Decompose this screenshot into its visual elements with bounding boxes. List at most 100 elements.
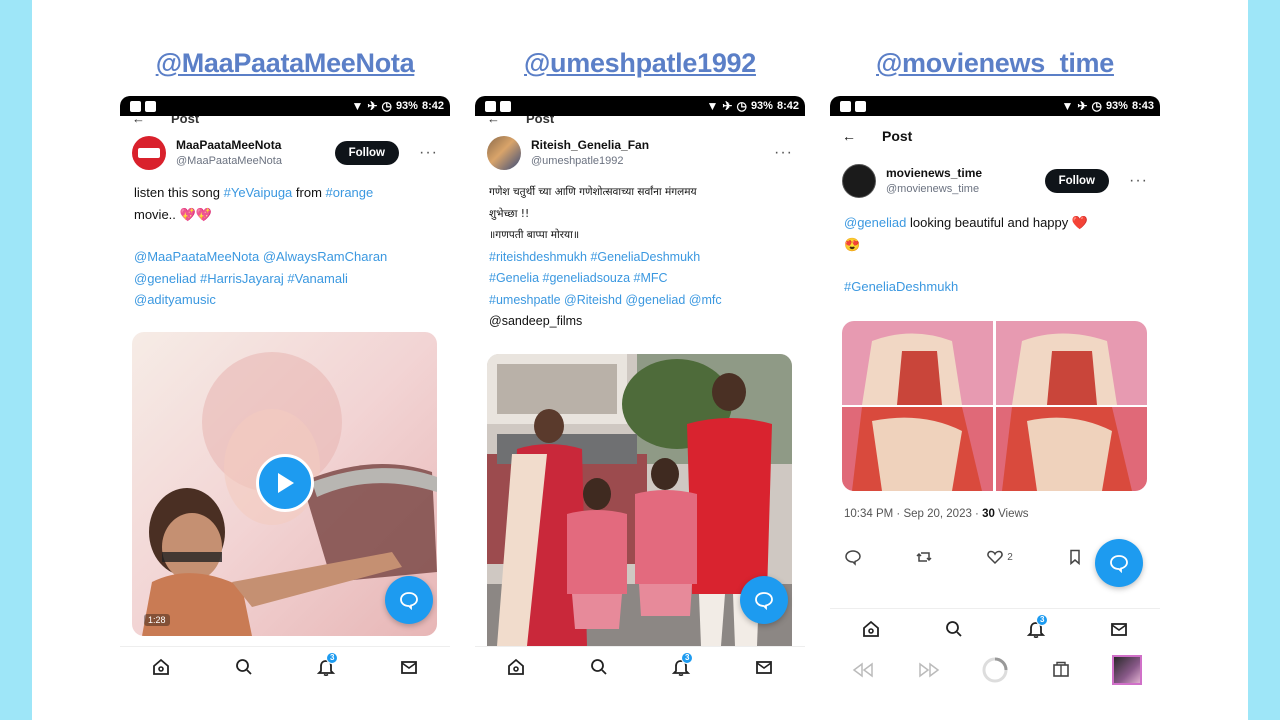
text-fragment: listen this song [134,185,224,200]
bookmark-button[interactable] [1066,548,1084,566]
notification-icon [840,100,851,112]
hashtag[interactable]: #YeVaipuga [224,185,293,200]
mention[interactable]: @geneliad [844,215,906,230]
display-name[interactable]: movienews_time [886,165,1035,181]
post-header: ← Post [830,116,1160,156]
search-tab[interactable] [579,652,619,682]
more-options-icon[interactable]: ··· [774,144,793,162]
photo-4 [996,407,1147,491]
handle-link[interactable]: @MaaPaataMeeNota [120,48,450,79]
avatar[interactable] [842,164,876,198]
mentions-line[interactable]: @geneliad #HarrisJayaraj #Vanamali [134,268,436,290]
phone-screen: ▼ ✈ ◷ 93% 8:43 ← Post movienews_time @mo… [830,96,1160,710]
messages-tab[interactable] [1099,614,1139,644]
status-bar: ▼ ✈ ◷ 93% 8:42 [120,96,450,116]
clock: 8:42 [421,100,444,112]
phone-screen: ▼ ✈ ◷ 93% 8:42 ← Post Riteish_Genelia_Fa… [475,96,805,710]
tabs-button[interactable] [1041,655,1081,685]
photo-2 [996,321,1147,405]
timestamp: 10:34 PM · Sep 20, 2023 · [844,508,983,520]
avatar[interactable] [132,136,166,170]
notifications-tab[interactable]: 3 [661,651,701,682]
compose-message-button[interactable] [1095,539,1143,587]
hashtag[interactable]: #GeneliaDeshmukh [844,276,1146,298]
search-tab[interactable] [224,652,264,682]
reply-button[interactable] [844,548,862,566]
hashtags-line[interactable]: #umeshpatle @Riteishd @geneliad @mfc [489,290,791,312]
post-header: ← Post [475,116,805,126]
repost-button[interactable] [915,548,933,566]
play-icon [278,473,294,493]
mentions-line[interactable]: @adityamusic [134,289,436,311]
search-icon [235,658,252,675]
airplane-icon: ✈ [722,99,733,113]
hashtags-line[interactable]: #riteishdeshmukh #GeneliaDeshmukh [489,247,791,269]
compose-message-button[interactable] [385,576,433,624]
message-bubble-icon [1110,555,1128,573]
display-name[interactable]: MaaPaataMeeNota [176,137,325,153]
text-line: ॥गणपती बाप्पा मोरया॥ [489,229,580,241]
clock: 8:43 [1131,100,1154,112]
bookmark-icon [1070,549,1080,566]
home-tab[interactable] [496,652,536,682]
back-arrow-icon[interactable]: ← [132,116,145,126]
column-umeshpatle1992: @umeshpatle1992 ▼ ✈ ◷ 93% 8:42 ← Post Ri… [475,0,805,720]
hashtags-line[interactable]: #Genelia #geneliadsouza #MFC [489,268,791,290]
heart-icon [987,550,1004,565]
post-author: Riteish_Genelia_Fan @umeshpatle1992 ··· [475,126,805,170]
messages-tab[interactable] [744,652,784,682]
back-arrow-icon[interactable]: ← [487,116,500,126]
post-author: movienews_time @movienews_time Follow ··… [830,156,1160,198]
wifi-icon: ▼ [706,99,719,113]
views-count: 30 [982,508,995,520]
airplane-icon: ✈ [367,99,378,113]
notifications-tab[interactable]: 3 [306,651,346,682]
home-tab[interactable] [851,614,891,644]
message-bubble-icon [400,592,418,610]
text-line: 😍 [844,236,861,252]
home-tab[interactable] [141,652,181,682]
profile-button[interactable] [1107,655,1147,685]
text-line: movie.. 💖💖 [134,206,212,222]
username[interactable]: @movienews_time [886,181,1035,197]
photo-grid[interactable] [842,321,1147,491]
more-options-icon[interactable]: ··· [419,144,438,162]
hashtag[interactable]: #orange [326,185,374,200]
handle-link[interactable]: @umeshpatle1992 [475,48,805,79]
messages-tab[interactable] [389,652,429,682]
column-movienews-time: @movienews_time ▼ ✈ ◷ 93% 8:43 ← Post mo… [830,0,1160,720]
handle-link[interactable]: @movienews_time [830,48,1160,79]
rewind-button[interactable] [843,655,883,685]
back-arrow-icon[interactable]: ← [842,128,856,144]
mail-icon [400,660,417,674]
search-tab[interactable] [934,614,974,644]
battery-level: 93% [1105,100,1128,112]
notifications-tab[interactable]: 3 [1016,613,1056,644]
avatar[interactable] [487,136,521,170]
alarm-icon: ◷ [736,99,747,113]
genelia-photos [842,321,1147,491]
more-options-icon[interactable]: ··· [1129,172,1148,190]
spinner-icon [982,657,1008,683]
column-maapaatameenota: @MaaPaataMeeNota ▼ ✈ ◷ 93% 8:42 ← Post M… [120,0,450,720]
compose-message-button[interactable] [740,576,788,624]
fast-forward-button[interactable] [909,655,949,685]
post-text: listen this song #YeVaipuga from #orange… [120,170,450,311]
username[interactable]: @MaaPaataMeeNota [176,153,325,169]
notification-icon [130,100,141,112]
username[interactable]: @umeshpatle1992 [531,153,754,169]
follow-button[interactable]: Follow [1044,169,1110,193]
photo-3 [842,407,993,491]
home-icon [508,658,525,675]
display-name[interactable]: Riteish_Genelia_Fan [531,137,754,153]
like-button[interactable]: 2 [986,548,1013,566]
bottom-nav: 3 [120,646,450,686]
notification-badge: 3 [1036,613,1049,626]
play-button[interactable] [256,454,314,512]
reply-icon [845,550,861,566]
tabs-icon [1053,661,1069,677]
post-title: Post [171,116,200,126]
notification-badge: 3 [326,651,339,664]
follow-button[interactable]: Follow [334,141,400,165]
mentions-line[interactable]: @MaaPaataMeeNota @AlwaysRamCharan [134,246,436,268]
